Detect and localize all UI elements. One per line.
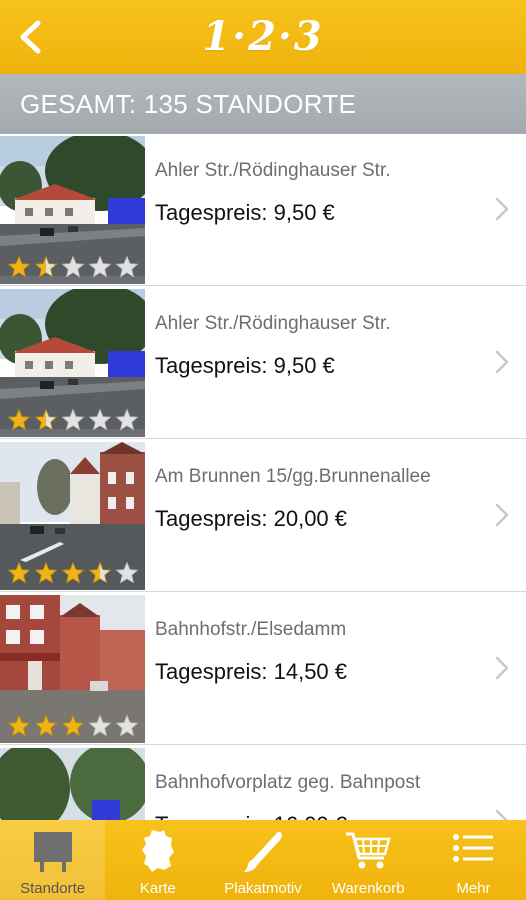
star-icon [61,561,85,584]
app-logo: 1·2·3 [202,13,324,60]
location-row[interactable]: Bahnhofstr./Elsedamm Tagespreis: 14,50 € [0,593,526,745]
rating-stars [7,255,139,279]
star-icon [34,561,58,584]
location-photo [0,748,145,820]
star-icon [34,714,58,737]
tab-mehr[interactable]: Mehr [421,820,526,900]
location-photo [0,289,145,437]
location-daily-price: Tagespreis: 9,50 € [155,353,335,378]
back-button[interactable] [12,18,48,56]
location-address: Bahnhofvorplatz geg. Bahnpost [155,772,421,793]
location-row[interactable]: Ahler Str./Rödinghauser Str. Tagespreis:… [0,287,526,439]
tab-karte[interactable]: Karte [105,820,210,900]
star-icon [7,255,31,278]
location-address: Bahnhofstr./Elsedamm [155,619,347,640]
brush-icon [244,831,282,872]
star-icon [7,714,31,737]
star-icon [61,255,85,278]
tab-plakatmotiv[interactable]: Plakatmotiv [210,820,315,900]
star-icon [115,408,139,431]
star-icon [34,408,58,431]
location-count-header: GESAMT: 135 STANDORTE [0,74,526,134]
star-icon [88,255,112,278]
location-row[interactable]: Bahnhofvorplatz geg. Bahnpost Tagespreis… [0,746,526,820]
rating-stars [7,561,139,585]
tab-standorte[interactable]: Standorte [0,820,106,900]
location-daily-price: Tagespreis: 9,50 € [155,200,335,225]
star-icon [88,561,112,584]
star-icon [115,561,139,584]
shopping-cart-icon [346,832,391,869]
tab-label: Karte [139,880,176,897]
chevron-left-icon [20,20,41,54]
location-photo [0,595,145,743]
location-address: Ahler Str./Rödinghauser Str. [155,313,391,334]
star-icon [61,408,85,431]
chevron-right-icon [495,350,509,374]
location-row[interactable]: Am Brunnen 15/gg.Brunnenallee Tagespreis… [0,440,526,592]
tab-label: Mehr [456,880,491,897]
chevron-right-icon [495,809,508,820]
star-icon [88,714,112,737]
star-icon [115,714,139,737]
germany-map-icon [141,830,174,872]
location-list: Ahler Str./Rödinghauser Str. Tagespreis:… [0,134,526,820]
top-navigation-bar: 1·2·3 [0,0,526,74]
location-address: Am Brunnen 15/gg.Brunnenallee [155,466,431,487]
location-photo [0,136,145,284]
star-icon [61,714,85,737]
billboard-icon [33,832,72,872]
rating-stars [7,714,139,738]
location-daily-price: Tagespreis: 16,00 € [155,812,347,820]
chevron-right-icon [495,656,509,680]
tab-label: Standorte [20,880,86,897]
star-icon [7,561,31,584]
rating-stars [7,408,139,432]
star-icon [7,408,31,431]
star-icon [34,255,58,278]
tab-warenkorb[interactable]: Warenkorb [316,820,421,900]
location-row[interactable]: Ahler Str./Rödinghauser Str. Tagespreis:… [0,134,526,286]
location-address: Ahler Str./Rödinghauser Str. [155,160,391,181]
tab-label: Plakatmotiv [224,880,302,897]
star-icon [115,255,139,278]
bottom-tab-bar: Standorte Karte Plakatmotiv Warenkorb Me… [0,820,526,900]
chevron-right-icon [495,503,509,527]
chevron-right-icon [495,197,509,221]
star-icon [88,408,112,431]
tab-label: Warenkorb [331,880,405,897]
location-daily-price: Tagespreis: 14,50 € [155,659,348,684]
location-daily-price: Tagespreis: 20,00 € [155,506,348,531]
list-icon [453,834,494,862]
location-photo [0,442,145,590]
